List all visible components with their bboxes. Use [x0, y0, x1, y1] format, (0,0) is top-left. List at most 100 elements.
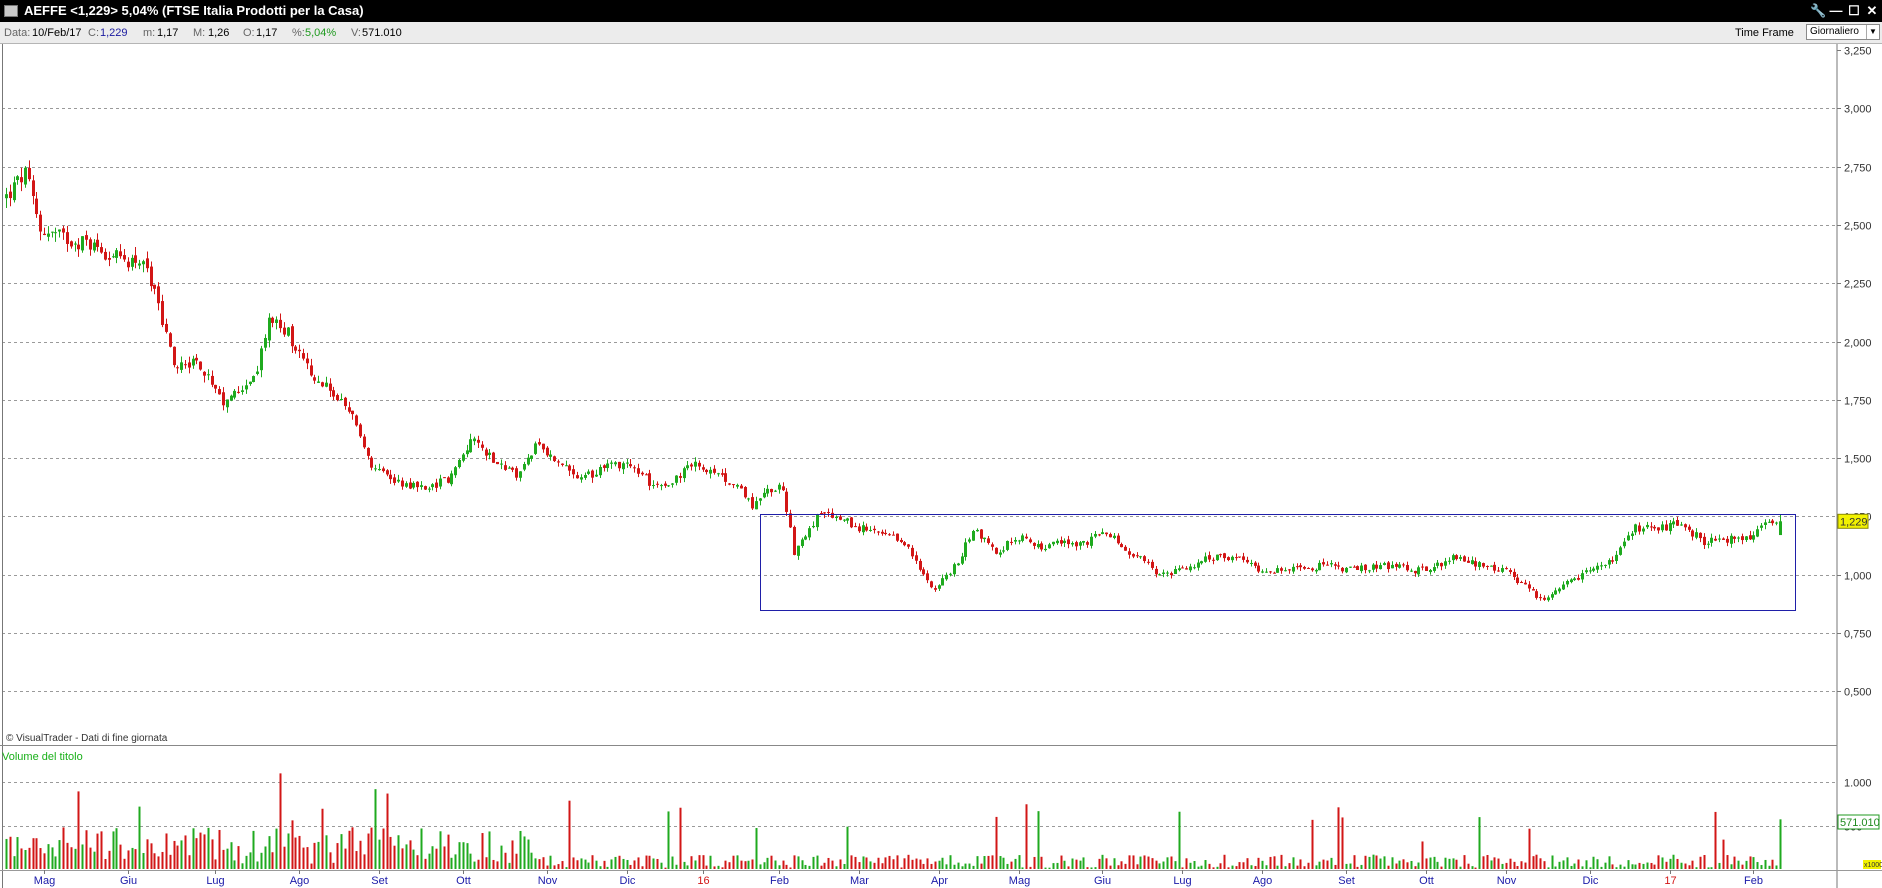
volume-bar	[1158, 863, 1161, 869]
volume-bar	[268, 836, 271, 869]
volume-bar	[1775, 865, 1778, 869]
candle-body	[945, 574, 948, 580]
candle-body	[1257, 565, 1260, 572]
volume-bar	[1002, 857, 1005, 869]
time-label: Set	[1338, 875, 1355, 887]
volume-bar	[1749, 856, 1752, 869]
candle-body	[705, 469, 708, 473]
candle-body	[1573, 578, 1576, 581]
volume-bar	[1680, 862, 1683, 869]
volume-bar	[51, 847, 54, 869]
volume-bar	[1257, 857, 1260, 869]
volume-bar	[291, 820, 294, 869]
candle-body	[1452, 555, 1455, 561]
chevron-down-icon[interactable]: ▼	[1866, 25, 1879, 39]
candle-body	[1322, 562, 1325, 565]
volume-bar	[355, 851, 358, 869]
candle-body	[1779, 521, 1782, 536]
close-button[interactable]: ✕	[1864, 2, 1880, 19]
candle-body	[527, 457, 530, 465]
volume-bar	[1665, 861, 1668, 869]
volume-bar	[1082, 857, 1085, 869]
candle-body	[283, 327, 286, 335]
volume-bar	[1372, 854, 1375, 869]
candle-body	[827, 511, 830, 513]
volume-bar	[1071, 858, 1074, 869]
volume-bar	[1235, 866, 1238, 869]
volume-bar	[332, 862, 335, 869]
candle-body	[1455, 555, 1458, 560]
candle-body	[245, 385, 248, 390]
candle-body	[1749, 535, 1752, 540]
candle-body	[1025, 536, 1028, 539]
volume-bar	[549, 855, 552, 869]
candle-body	[1699, 532, 1702, 539]
volume-bar	[325, 835, 328, 869]
volume-bar	[945, 864, 948, 869]
volume-bar	[1646, 862, 1649, 869]
candle-body	[1124, 546, 1127, 551]
candle-body	[485, 449, 488, 456]
candle-body	[976, 529, 979, 532]
candle-body	[1010, 541, 1013, 543]
volume-bar	[127, 850, 130, 869]
candle-body	[587, 471, 590, 474]
volume-bar	[367, 833, 370, 869]
volume-bar	[740, 860, 743, 869]
candle-body	[1208, 555, 1211, 560]
candle-body	[412, 482, 415, 488]
price-tick-label: 2,250	[1844, 279, 1872, 291]
volume-bar	[454, 854, 457, 869]
candle-body	[1029, 539, 1032, 543]
volume-bar	[763, 862, 766, 869]
volume-bar	[1349, 863, 1352, 869]
volume-bar	[1436, 861, 1439, 869]
volume-bar	[538, 859, 541, 869]
candle-body	[9, 191, 12, 199]
candle-body	[32, 180, 35, 197]
volume-bar	[1429, 857, 1432, 869]
candle-body	[462, 454, 465, 461]
max-value: 1,26	[208, 27, 230, 39]
volume-bar	[192, 828, 195, 869]
minimize-button[interactable]: —	[1828, 2, 1844, 19]
candle-body	[584, 474, 587, 478]
candle-body	[1337, 565, 1340, 567]
volume-bar	[683, 861, 686, 869]
volume-bar	[1448, 858, 1451, 869]
volume-bar	[584, 859, 587, 869]
candle-body	[1063, 540, 1066, 543]
volume-bar	[1219, 863, 1222, 869]
volume-bar	[1356, 866, 1359, 869]
volume-bar	[774, 860, 777, 869]
candle-body	[1341, 567, 1344, 572]
time-label: 17	[1664, 875, 1676, 887]
candle-body	[431, 484, 434, 488]
volume-bar	[591, 855, 594, 869]
candle-body	[348, 407, 351, 412]
candle-body	[709, 469, 712, 474]
candle-body	[1726, 538, 1729, 543]
candle-body	[1611, 560, 1614, 562]
candle-body	[991, 544, 994, 547]
wrench-icon[interactable]: 🔧	[1810, 2, 1826, 19]
volume-bar	[1482, 856, 1485, 869]
maximize-button[interactable]: ☐	[1846, 2, 1862, 19]
candle-body	[1631, 533, 1634, 536]
candle-body	[409, 482, 412, 489]
price-chart[interactable]: 3,250 3,000 2,750 2,500 2,250 2,000 1,750 1,500…	[0, 44, 1882, 888]
time-label: Feb	[770, 875, 789, 887]
volume-bar	[1117, 865, 1120, 869]
timeframe-select[interactable]: Giornaliero ▼	[1806, 24, 1880, 40]
volume-panel-title: Volume del titolo	[2, 751, 83, 763]
volume-bar	[1509, 858, 1512, 869]
candle-body	[1120, 544, 1123, 548]
candle-body	[428, 488, 431, 490]
volume-bar	[180, 840, 183, 869]
candle-body	[633, 467, 636, 469]
volume-bar	[652, 858, 655, 869]
candle-body	[1490, 565, 1493, 567]
candle-body	[660, 485, 663, 487]
candle-body	[1185, 568, 1188, 570]
candle-body	[340, 399, 343, 401]
